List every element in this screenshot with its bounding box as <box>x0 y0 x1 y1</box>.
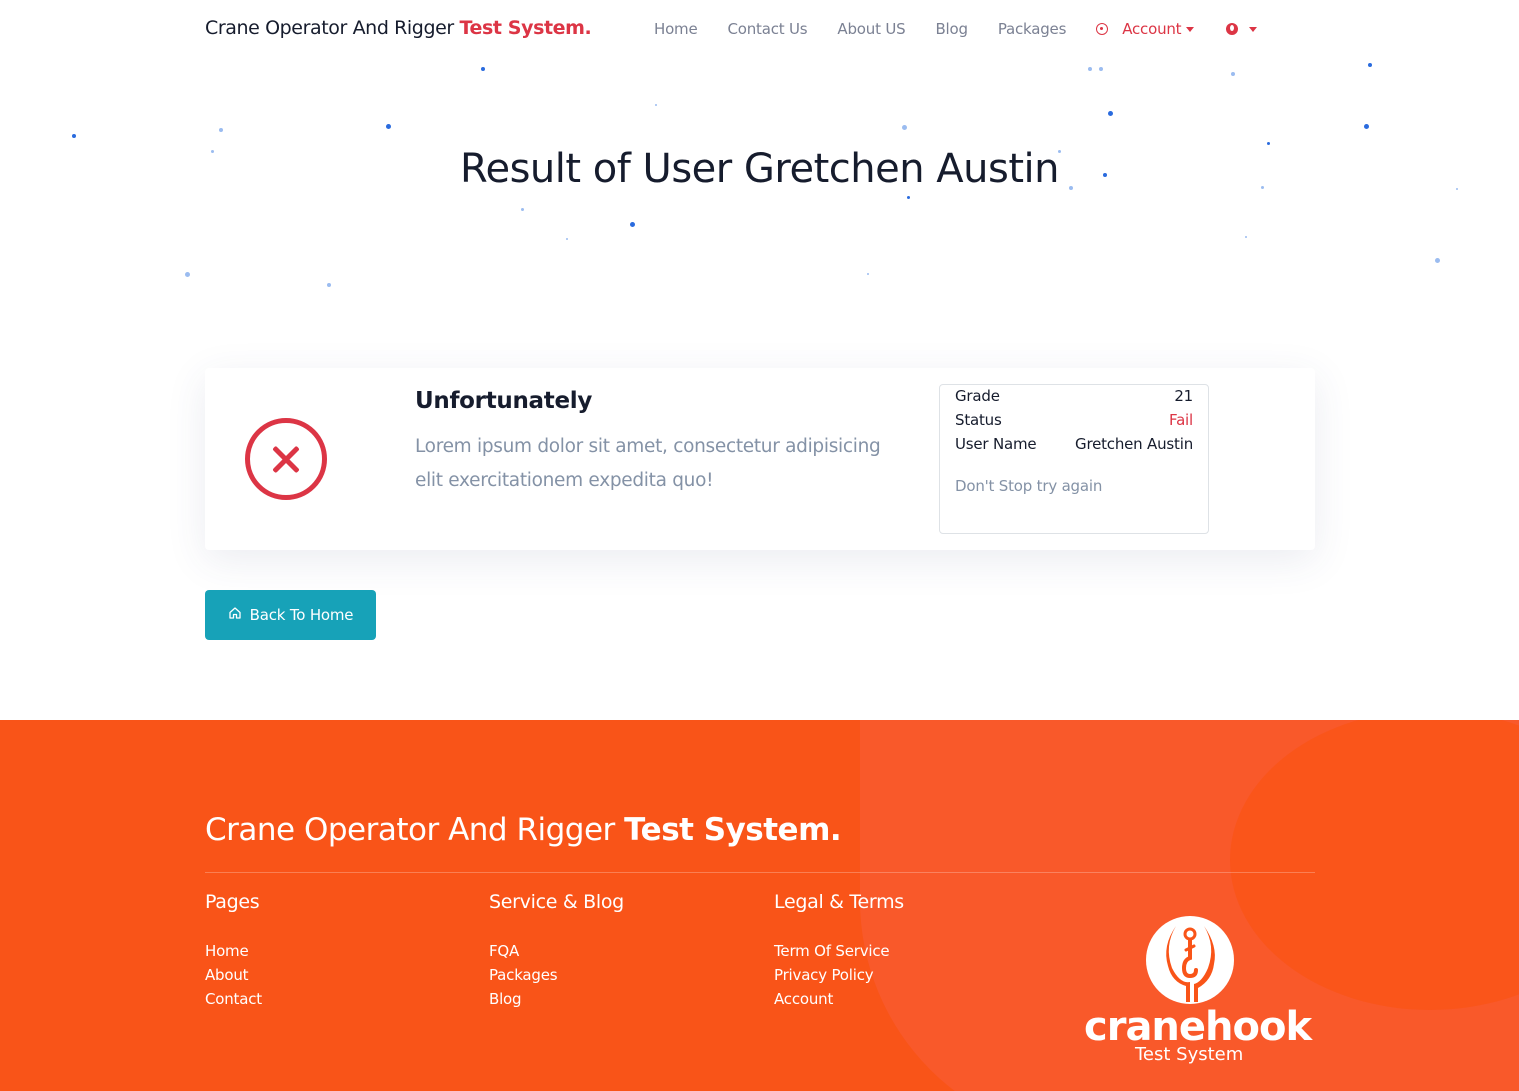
nav-menu: Home Contact Us About US Blog Packages A… <box>654 20 1258 38</box>
nav-item-about[interactable]: About US <box>837 20 905 38</box>
chevron-down-icon <box>1249 26 1258 32</box>
crane-hook-icon <box>1146 916 1234 1004</box>
username-value: Gretchen Austin <box>1075 435 1193 453</box>
logo-subtitle: Test System <box>1135 1044 1244 1065</box>
chevron-down-icon <box>1186 26 1195 32</box>
nav-item-contact[interactable]: Contact Us <box>728 20 808 38</box>
status-row: Status Fail <box>955 411 1193 429</box>
footer-link-terms[interactable]: Term Of Service <box>774 939 904 963</box>
account-dropdown[interactable]: Account <box>1096 20 1195 38</box>
status-label: Status <box>955 411 1002 429</box>
footer-link-packages[interactable]: Packages <box>489 963 624 987</box>
footer-link-account[interactable]: Account <box>774 987 904 1011</box>
grade-value: 21 <box>1174 387 1193 405</box>
status-value: Fail <box>1169 411 1193 429</box>
brand-logo-text[interactable]: Crane Operator And Rigger Test System. <box>205 17 592 39</box>
footer-link-home[interactable]: Home <box>205 939 262 963</box>
username-label: User Name <box>955 435 1037 453</box>
result-description: Lorem ipsum dolor sit amet, consectetur … <box>415 436 881 491</box>
brand-bold: Test System. <box>459 17 592 39</box>
result-card: Unfortunately Lorem ipsum dolor sit amet… <box>205 368 1315 550</box>
footer-link-fqa[interactable]: FQA <box>489 939 624 963</box>
globe-icon <box>1226 23 1239 35</box>
grade-label: Grade <box>955 387 1000 405</box>
nav-item-packages[interactable]: Packages <box>998 20 1067 38</box>
footer-column-legal: Legal & Terms Term Of Service Privacy Po… <box>774 891 904 1011</box>
footer-column-pages: Pages Home About Contact <box>205 891 262 1011</box>
footer-brand-bold: Test System. <box>624 812 842 848</box>
fail-x-circle-icon <box>245 418 327 500</box>
brand-regular: Crane Operator And Rigger <box>205 17 460 39</box>
footer-link-blog[interactable]: Blog <box>489 987 624 1011</box>
footer-link-contact[interactable]: Contact <box>205 987 262 1011</box>
back-to-home-label: Back To Home <box>249 606 354 624</box>
grade-row: Grade 21 <box>955 387 1193 405</box>
footer-column-service-blog: Service & Blog FQA Packages Blog <box>489 891 624 1011</box>
account-icon <box>1096 23 1109 35</box>
encouragement-note: Don't Stop try again <box>955 477 1103 495</box>
footer-link-about[interactable]: About <box>205 963 262 987</box>
footer-column-title: Service & Blog <box>489 891 624 913</box>
footer-brand-regular: Crane Operator And Rigger <box>205 812 625 848</box>
top-navbar: Crane Operator And Rigger Test System. H… <box>0 0 1519 62</box>
page: Crane Operator And Rigger Test System. H… <box>0 0 1519 1091</box>
language-dropdown[interactable] <box>1226 23 1258 35</box>
nav-item-blog[interactable]: Blog <box>935 20 968 38</box>
back-to-home-button[interactable]: Back To Home <box>205 590 376 640</box>
footer-column-title: Legal & Terms <box>774 891 904 913</box>
result-details-box: Grade 21 Status Fail User Name Gretchen … <box>939 384 1209 534</box>
nav-item-home[interactable]: Home <box>654 20 698 38</box>
page-title: Result of User Gretchen Austin <box>459 146 1060 192</box>
cranehook-logo: cranehook Test System <box>1084 914 1312 1065</box>
footer-brand: Crane Operator And Rigger Test System. <box>205 812 842 848</box>
footer-divider <box>205 872 1315 873</box>
result-heading: Unfortunately <box>415 388 593 414</box>
home-icon <box>228 606 242 624</box>
footer-link-privacy[interactable]: Privacy Policy <box>774 963 904 987</box>
footer: Crane Operator And Rigger Test System. P… <box>0 720 1519 1091</box>
account-label: Account <box>1122 20 1182 38</box>
username-row: User Name Gretchen Austin <box>955 435 1193 453</box>
footer-column-title: Pages <box>205 891 260 913</box>
